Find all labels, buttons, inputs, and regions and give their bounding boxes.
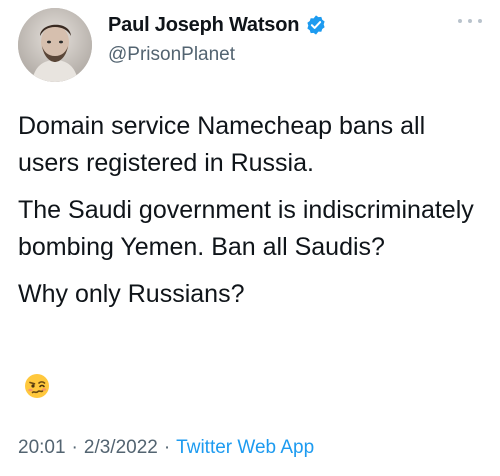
avatar[interactable] — [18, 8, 92, 82]
tweet-paragraph: The Saudi government is indiscriminately… — [18, 196, 474, 261]
tweet-source-link[interactable]: Twitter Web App — [176, 437, 314, 458]
dot — [468, 19, 472, 23]
author-block: Paul Joseph Watson @PrisonPlanet — [108, 12, 327, 66]
woozy-face-emoji-icon — [24, 373, 50, 399]
tweet-paragraph: Why only Russians? — [18, 280, 245, 308]
meta-separator: · — [163, 437, 171, 458]
user-handle[interactable]: @PrisonPlanet — [108, 44, 327, 66]
dot — [478, 19, 482, 23]
tweet-metadata: 20:01 · 2/3/2022 · Twitter Web App — [18, 437, 314, 459]
tweet: Paul Joseph Watson @PrisonPlanet Domain … — [0, 0, 500, 476]
tweet-time[interactable]: 20:01 — [18, 437, 66, 458]
tweet-paragraph: Domain service Namecheap bans all users … — [18, 112, 426, 177]
tweet-text: Domain service Namecheap bans all users … — [18, 108, 488, 323]
verified-badge-icon — [305, 14, 327, 36]
more-options-icon[interactable] — [458, 14, 482, 28]
tweet-date[interactable]: 2/3/2022 — [84, 437, 158, 458]
meta-separator: · — [71, 437, 78, 458]
display-name[interactable]: Paul Joseph Watson — [108, 14, 299, 37]
name-row: Paul Joseph Watson — [108, 12, 327, 38]
profile-photo-icon — [18, 8, 92, 82]
dot — [458, 19, 462, 23]
